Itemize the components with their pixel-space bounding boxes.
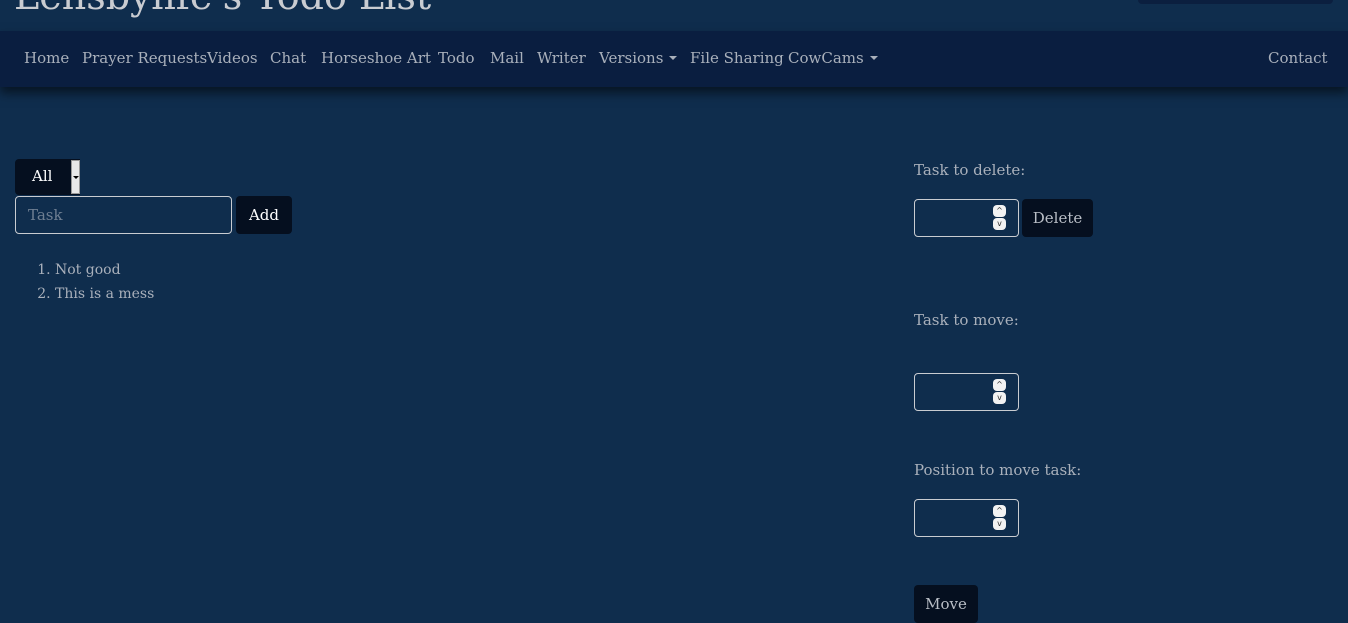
move-label: Task to move: bbox=[914, 311, 1019, 329]
chevron-up-icon[interactable]: ^ bbox=[993, 205, 1006, 217]
navbar: Home Prayer Requests Videos Chat Horsesh… bbox=[0, 31, 1348, 87]
chevron-up-icon[interactable]: ^ bbox=[993, 379, 1006, 391]
chevron-up-icon[interactable]: ^ bbox=[993, 505, 1006, 517]
delete-number-input[interactable]: ^ v bbox=[914, 199, 1019, 237]
move-button[interactable]: Move bbox=[914, 585, 978, 623]
page-title: Lensbylife's Todo List bbox=[14, 0, 431, 18]
nav-versions-label: Versions bbox=[599, 49, 664, 67]
nav-horseshoe-art[interactable]: Horseshoe Art bbox=[321, 49, 431, 67]
nav-writer[interactable]: Writer bbox=[537, 49, 586, 67]
delete-button[interactable]: Delete bbox=[1022, 199, 1093, 237]
spinner[interactable]: ^ v bbox=[993, 505, 1006, 531]
dropdown-arrow-icon[interactable] bbox=[71, 160, 80, 194]
nav-chat[interactable]: Chat bbox=[270, 49, 306, 67]
task-list: Not good This is a mess bbox=[15, 258, 154, 306]
nav-contact[interactable]: Contact bbox=[1268, 49, 1328, 67]
nav-home[interactable]: Home bbox=[24, 49, 69, 67]
filter-select[interactable]: All bbox=[15, 159, 80, 195]
add-button[interactable]: Add bbox=[236, 196, 292, 234]
nav-videos[interactable]: Videos bbox=[207, 49, 258, 67]
chevron-down-icon[interactable]: v bbox=[993, 392, 1006, 404]
filter-value: All bbox=[32, 167, 53, 185]
nav-prayer-requests[interactable]: Prayer Requests bbox=[82, 49, 207, 67]
caret-down-icon bbox=[869, 56, 878, 60]
nav-file-sharing[interactable]: File Sharing bbox=[690, 49, 784, 67]
delete-label: Task to delete: bbox=[914, 161, 1026, 179]
position-number-input[interactable]: ^ v bbox=[914, 499, 1019, 537]
nav-versions-dropdown[interactable]: Versions bbox=[599, 49, 678, 67]
nav-todo[interactable]: Todo bbox=[438, 49, 475, 67]
header-box bbox=[1138, 0, 1333, 4]
spinner[interactable]: ^ v bbox=[993, 205, 1006, 231]
chevron-down-icon[interactable]: v bbox=[993, 518, 1006, 530]
nav-mail[interactable]: Mail bbox=[490, 49, 524, 67]
nav-cowcams-dropdown[interactable]: CowCams bbox=[788, 49, 878, 67]
task-input[interactable] bbox=[15, 196, 232, 234]
caret-down-icon bbox=[669, 56, 678, 60]
move-task-number-input[interactable]: ^ v bbox=[914, 373, 1019, 411]
list-item: This is a mess bbox=[55, 282, 154, 306]
nav-cowcams-label: CowCams bbox=[788, 49, 864, 67]
position-label: Position to move task: bbox=[914, 461, 1082, 479]
chevron-down-icon[interactable]: v bbox=[993, 218, 1006, 230]
spinner[interactable]: ^ v bbox=[993, 379, 1006, 405]
list-item: Not good bbox=[55, 258, 154, 282]
